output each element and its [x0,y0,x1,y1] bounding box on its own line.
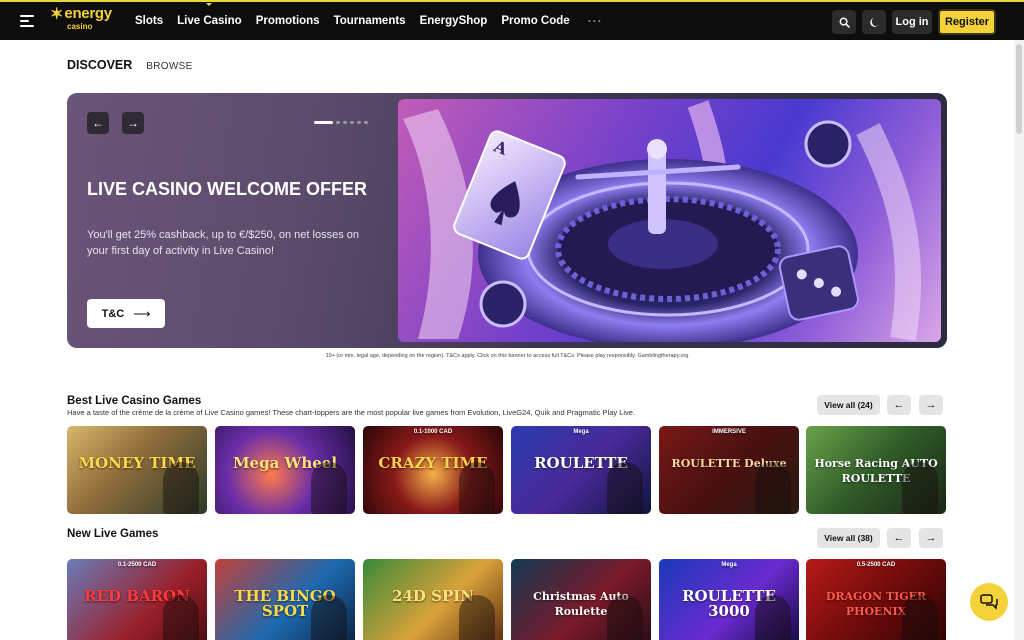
hero-roulette-image: A [398,99,941,342]
nav-promo-code[interactable]: Promo Code [501,15,569,27]
arrow-left-icon: ← [893,399,905,411]
dealer-image [902,462,938,514]
dealer-image [163,462,199,514]
chat-icon [980,594,998,610]
game-tile-tag: 0.1-1000 CAD [413,429,453,435]
game-tile[interactable]: Mega Wheel [215,426,355,514]
theme-toggle-button[interactable] [862,10,886,34]
dealer-image [459,595,495,640]
arrow-right-icon: ⟶ [133,306,151,321]
energy-casino-logo[interactable]: ✶ energy casino [50,5,112,35]
new-prev-button[interactable]: ← [887,528,911,548]
hero-next-button[interactable]: → [122,112,144,134]
dealer-image [607,462,643,514]
login-button[interactable]: Log in [892,10,932,34]
game-tile[interactable]: 0.1-2500 CAD RED BARON [67,559,207,640]
best-prev-button[interactable]: ← [887,395,911,415]
view-all-new-button[interactable]: View all (38) [817,528,880,548]
carousel-dot[interactable] [314,121,333,124]
game-tile[interactable]: 0.1-1000 CAD CRAZY TIME [363,426,503,514]
hero-description: You'll get 25% cashback, up to €/$250, o… [87,229,359,257]
arrow-right-icon: → [925,399,937,411]
arrow-left-icon: ← [893,532,905,544]
game-tile[interactable]: 0.5-2500 CAD DRAGON TIGER PHOENIX [806,559,946,640]
game-tile-tag: 0.1-2500 CAD [117,562,157,568]
logo-main-text: energy [64,5,112,22]
game-tile[interactable]: MONEY TIME [67,426,207,514]
search-button[interactable] [832,10,856,34]
section-title-new-live: New Live Games [67,528,159,540]
logo-sub-text: casino [67,22,93,31]
game-tile[interactable]: THE BINGO SPOT [215,559,355,640]
arrow-left-icon: ← [92,116,104,130]
game-tile-tag: IMMERSIVE [712,429,746,435]
moon-icon [869,17,879,27]
game-tile[interactable]: IMMERSIVE ROULETTE Deluxe [659,426,799,514]
game-tile-tag: 0.5-2500 CAD [856,562,896,568]
dealer-image [755,462,791,514]
page-scrollbar-thumb[interactable] [1016,44,1022,134]
live-chat-button[interactable] [970,583,1008,621]
tc-button-label: T&C [101,307,125,320]
menu-icon[interactable] [20,15,34,27]
dealer-image [755,595,791,640]
carousel-dot[interactable] [364,121,368,124]
carousel-dot[interactable] [357,121,361,124]
carousel-dot[interactable] [350,121,354,124]
carousel-dot[interactable] [343,121,347,124]
new-next-button[interactable]: → [919,528,943,548]
game-tile-tag: Mega [721,562,737,568]
responsible-gaming-disclaimer[interactable]: 19+ (or min. legal age, depending on the… [0,353,1014,359]
tc-button[interactable]: T&C ⟶ [87,299,165,328]
nav-slots[interactable]: Slots [135,15,163,27]
best-next-button[interactable]: → [919,395,943,415]
carousel-dot[interactable] [336,121,340,124]
game-tile-tag: Mega [573,429,589,435]
view-all-best-button[interactable]: View all (24) [817,395,880,415]
section-subtitle-best-live: Have a taste of the crème de la crème of… [67,408,636,417]
dealer-image [163,595,199,640]
nav-promotions[interactable]: Promotions [256,15,320,27]
game-tile[interactable]: 24D SPIN [363,559,503,640]
arrow-right-icon: → [925,532,937,544]
register-button[interactable]: Register [938,9,996,35]
nav-live-casino[interactable]: Live Casino [177,3,242,27]
hero-prev-button[interactable]: ← [87,112,109,134]
tab-browse[interactable]: BROWSE [146,61,192,72]
more-menu-icon[interactable]: ··· [588,14,603,28]
arrow-right-icon: → [127,116,139,130]
logo-bolt-icon: ✶ [50,6,64,23]
discover-browse-tabs: DISCOVER BROWSE [67,58,193,72]
game-tile[interactable]: Horse Racing AUTO ROULETTE [806,426,946,514]
dealer-image [311,462,347,514]
section-title-best-live: Best Live Casino Games [67,395,202,407]
tab-discover[interactable]: DISCOVER [67,58,132,72]
dealer-image [902,595,938,640]
top-navigation-bar: ✶ energy casino Slots Live Casino Promot… [0,0,1024,40]
roulette-illustration: A [403,100,922,342]
dealer-image [607,595,643,640]
game-tile[interactable]: Mega ROULETTE 3000 [659,559,799,640]
search-icon [839,17,850,28]
carousel-dots [314,121,371,124]
game-tile[interactable]: Mega ROULETTE [511,426,651,514]
dealer-image [459,462,495,514]
game-tile[interactable]: Christmas Auto Roulette [511,559,651,640]
dealer-image [311,595,347,640]
nav-tournaments[interactable]: Tournaments [334,15,406,27]
nav-energyshop[interactable]: EnergyShop [420,15,488,27]
main-nav: Slots Live Casino Promotions Tournaments… [135,2,603,40]
hero-title: LIVE CASINO WELCOME OFFER [87,179,368,199]
